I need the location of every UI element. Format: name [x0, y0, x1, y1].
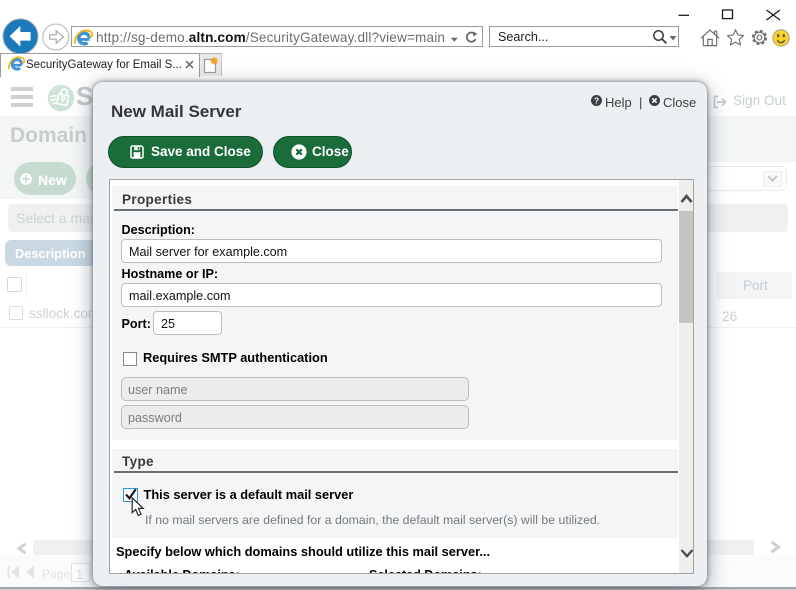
- svg-text:?: ?: [594, 96, 599, 106]
